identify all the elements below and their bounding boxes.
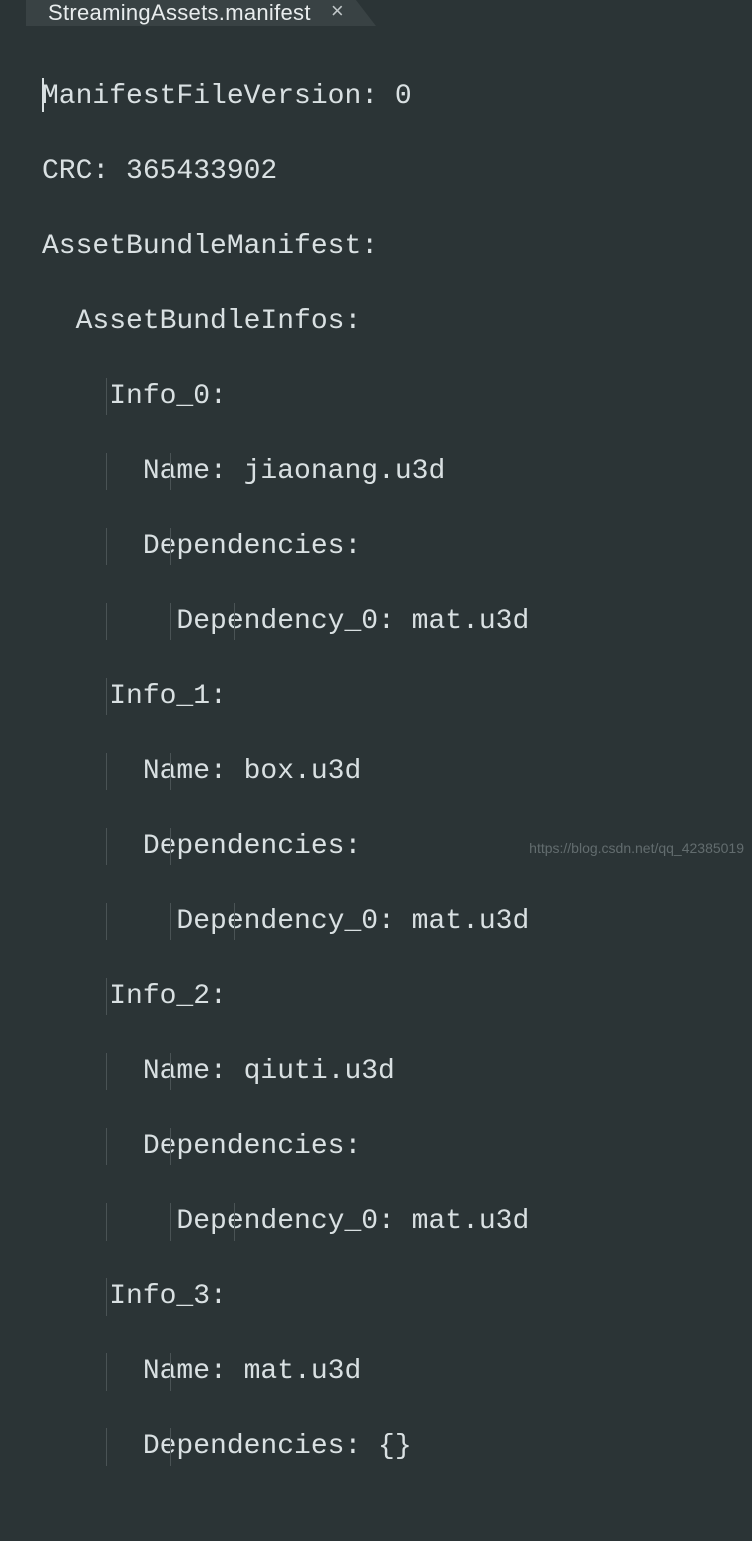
code-line: AssetBundleInfos: — [42, 303, 752, 341]
code-line: Dependency_0: mat.u3d — [42, 1203, 752, 1241]
code-line: Name: box.u3d — [42, 753, 752, 791]
tab-bar: StreamingAssets.manifest × — [18, 0, 752, 26]
editor-container: StreamingAssets.manifest × ManifestFileV… — [0, 0, 752, 864]
code-line: Name: mat.u3d — [42, 1353, 752, 1391]
code-line: Info_3: — [42, 1278, 752, 1316]
code-line: Name: qiuti.u3d — [42, 1053, 752, 1091]
close-icon[interactable]: × — [331, 2, 344, 24]
code-line: Dependencies: {} — [42, 1428, 752, 1466]
code-line: Name: jiaonang.u3d — [42, 453, 752, 491]
code-line: Dependencies: — [42, 1128, 752, 1166]
code-line: CRC: 365433902 — [42, 153, 752, 191]
code-line: ManifestFileVersion: 0 — [42, 78, 752, 116]
code-line: Info_2: — [42, 978, 752, 1016]
watermark-text: https://blog.csdn.net/qq_42385019 — [529, 840, 744, 856]
code-line: Dependencies: — [42, 528, 752, 566]
main-area: StreamingAssets.manifest × ManifestFileV… — [18, 0, 752, 864]
tab-active[interactable]: StreamingAssets.manifest × — [26, 0, 376, 26]
code-line: Info_1: — [42, 678, 752, 716]
code-line: Dependency_0: mat.u3d — [42, 903, 752, 941]
code-line: Dependency_0: mat.u3d — [42, 603, 752, 641]
editor-content[interactable]: ManifestFileVersion: 0 CRC: 365433902 As… — [18, 26, 752, 1541]
gutter — [0, 0, 18, 864]
code-line: AssetBundleManifest: — [42, 228, 752, 266]
code-line: Info_0: — [42, 378, 752, 416]
tab-title: StreamingAssets.manifest — [48, 0, 311, 26]
